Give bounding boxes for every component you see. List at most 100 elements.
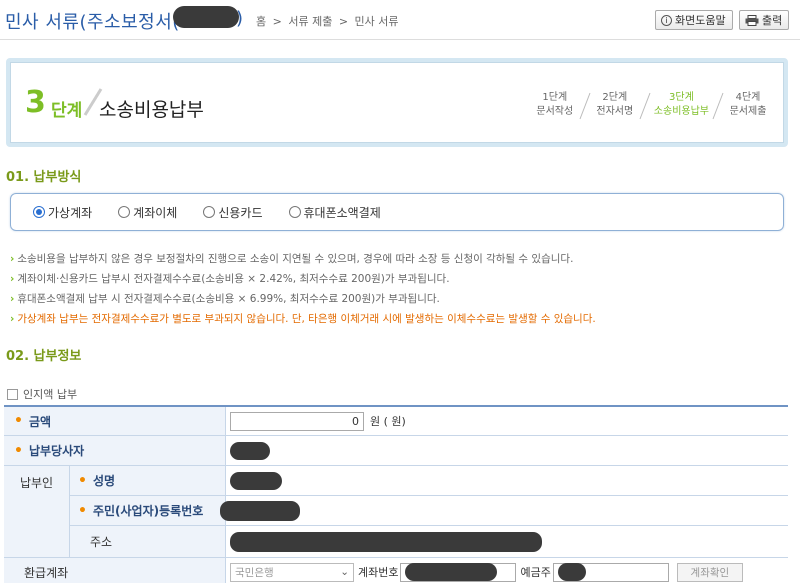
- step-item-4: 4단계문서제출: [727, 91, 769, 121]
- step-progress-list: 1단계문서작성 2단계전자서명 3단계소송비용납부 4단계문서제출: [534, 91, 769, 121]
- step-desc: 문서제출: [729, 106, 767, 117]
- step-name: 소송비용납부: [99, 99, 204, 121]
- breadcrumb-civil[interactable]: 민사 서류: [355, 15, 399, 28]
- step-item-3: 3단계소송비용납부: [654, 91, 709, 121]
- step-desc: 전자서명: [596, 106, 634, 117]
- help-button[interactable]: i 화면도움말: [655, 10, 733, 30]
- note-item: › 휴대폰소액결제 납부 시 전자결제수수료(소송비용 × 6.99%, 최저수수…: [10, 289, 790, 309]
- radio-virtual-account[interactable]: 가상계좌: [33, 204, 92, 221]
- print-button[interactable]: 출력: [739, 10, 789, 30]
- amount-input[interactable]: 0: [230, 411, 364, 431]
- print-button-label: 출력: [762, 14, 783, 27]
- label-text: 주소: [90, 535, 113, 549]
- breadcrumb-separator: >: [272, 15, 282, 28]
- page-header: 민사 서류(주소보정서( ) 홈 > 서류 제출 > 민사 서류 i 화면도움말…: [0, 0, 800, 40]
- row-id: • 주민(사업자)등록번호: [70, 496, 788, 526]
- bank-select-value: 국민은행: [235, 566, 274, 579]
- step-indicator-box: 3 단계 소송비용납부 1단계문서작성 2단계전자서명 3단계소송비용납부 4단…: [6, 58, 788, 147]
- bank-select[interactable]: 국민은행 ⌄: [230, 562, 354, 582]
- note-text: 소송비용을 납부하지 않은 경우 보정절차의 진행으로 소송이 지연될 수 있으…: [17, 253, 574, 265]
- bullet-arrow-icon: ›: [10, 313, 15, 325]
- step-item-1: 1단계문서작성: [534, 91, 576, 121]
- name-label: • 성명: [70, 466, 226, 495]
- step-unit: 단계: [51, 101, 83, 121]
- note-item: › 계좌이체·신용카드 납부시 전자결제수수료(소송비용 × 2.42%, 최저수…: [10, 269, 790, 289]
- row-address: 주소: [70, 526, 788, 558]
- redacted-block: [220, 500, 300, 521]
- printer-icon: [745, 14, 759, 26]
- required-marker-icon: •: [78, 472, 87, 489]
- row-refund: 환급계좌 국민은행 ⌄ 계좌번호 예금주 계좌확인: [4, 558, 788, 583]
- refund-cell: 국민은행 ⌄ 계좌번호 예금주 계좌확인: [230, 558, 788, 583]
- payment-notes: › 소송비용을 납부하지 않은 경우 보정절차의 진행으로 소송이 지연될 수 있…: [10, 249, 790, 329]
- step-label: 1단계: [542, 92, 568, 103]
- radio-label: 계좌이체: [133, 205, 178, 220]
- redacted-block: [230, 471, 282, 490]
- party-label: • 납부당사자: [4, 436, 226, 465]
- note-item-warning: › 가상계좌 납부는 전자결제수수료가 별도로 부과되지 않습니다. 단, 타은행…: [10, 309, 790, 329]
- label-text: 주민(사업자)등록번호: [92, 504, 204, 518]
- breadcrumb-home[interactable]: 홈: [256, 15, 266, 28]
- payment-info-form: • 금액 0 원 ( 원) • 납부당사자 납부인 • 성명 • 주민(사업자)등록번호: [4, 405, 788, 583]
- step-label: 4단계: [735, 92, 761, 103]
- page-title-close: ): [236, 8, 244, 29]
- address-label: 주소: [70, 526, 226, 557]
- info-icon: i: [661, 14, 672, 26]
- step-desc: 문서작성: [536, 106, 574, 117]
- section-title-payment-info: 02. 납부정보: [6, 349, 82, 364]
- radio-checked-icon: [33, 206, 45, 218]
- breadcrumb-separator: >: [338, 15, 349, 28]
- verify-account-button[interactable]: 계좌확인: [676, 562, 743, 582]
- checkbox-unchecked-icon: [7, 388, 18, 400]
- radio-mobile-payment[interactable]: 휴대폰소액결제: [288, 204, 381, 221]
- page-title: 민사 서류(주소보정서(: [5, 12, 180, 33]
- row-party: • 납부당사자: [4, 436, 788, 466]
- step-separator-icon: [712, 92, 724, 120]
- redacted-block: [230, 441, 270, 460]
- step-desc: 소송비용납부: [653, 106, 709, 117]
- row-amount: • 금액 0 원 ( 원): [4, 407, 788, 436]
- redacted-block: [230, 531, 542, 552]
- account-label: 계좌번호: [358, 566, 399, 579]
- label-text: 환급계좌: [24, 565, 69, 580]
- payment-method-group: 가상계좌 계좌이체 신용카드 휴대폰소액결제: [10, 193, 784, 231]
- required-marker-icon: •: [78, 502, 87, 519]
- help-button-label: 화면도움말: [675, 14, 726, 27]
- note-item: › 소송비용을 납부하지 않은 경우 보정절차의 진행으로 소송이 지연될 수 있…: [10, 249, 790, 269]
- step-label: 3단계: [669, 92, 694, 103]
- redacted-block: [557, 563, 586, 581]
- row-name: • 성명: [70, 466, 788, 496]
- redacted-block: [405, 563, 498, 581]
- bullet-arrow-icon: ›: [10, 273, 15, 285]
- stamp-fee-checkbox[interactable]: 인지액 납부: [7, 386, 77, 402]
- radio-unchecked-icon: [118, 206, 131, 218]
- step-number: 3: [25, 85, 46, 120]
- note-text: 가상계좌 납부는 전자결제수수료가 별도로 부과되지 않습니다. 단, 타은행 …: [17, 313, 596, 325]
- bullet-arrow-icon: ›: [10, 293, 15, 305]
- radio-unchecked-icon: [288, 206, 301, 218]
- refund-label: 환급계좌: [4, 558, 226, 583]
- step-separator-icon: [639, 92, 651, 120]
- radio-account-transfer[interactable]: 계좌이체: [118, 204, 177, 221]
- account-input[interactable]: [400, 562, 517, 582]
- address-cell: [230, 526, 788, 557]
- bullet-arrow-icon: ›: [10, 253, 15, 265]
- section-title-payment-method: 01. 납부방식: [6, 170, 82, 185]
- label-text: 금액: [28, 414, 52, 429]
- amount-label: • 금액: [4, 407, 226, 435]
- radio-label: 가상계좌: [48, 205, 93, 220]
- id-cell: [220, 496, 788, 525]
- breadcrumb: 홈 > 서류 제출 > 민사 서류: [256, 13, 402, 29]
- breadcrumb-submit[interactable]: 서류 제출: [288, 15, 332, 28]
- holder-label: 예금주: [520, 566, 551, 579]
- radio-credit-card[interactable]: 신용카드: [203, 204, 263, 221]
- note-text: 계좌이체·신용카드 납부시 전자결제수수료(소송비용 × 2.42%, 최저수수…: [17, 273, 450, 285]
- note-text: 휴대폰소액결제 납부 시 전자결제수수료(소송비용 × 6.99%, 최저수수료…: [17, 293, 440, 305]
- id-label: • 주민(사업자)등록번호: [70, 496, 226, 525]
- step-separator-icon: [579, 92, 591, 120]
- step-item-2: 2단계전자서명: [594, 91, 636, 121]
- required-marker-icon: •: [14, 442, 23, 459]
- step-label: 2단계: [602, 92, 628, 103]
- holder-input[interactable]: [552, 562, 669, 582]
- label-text: 성명: [92, 474, 116, 488]
